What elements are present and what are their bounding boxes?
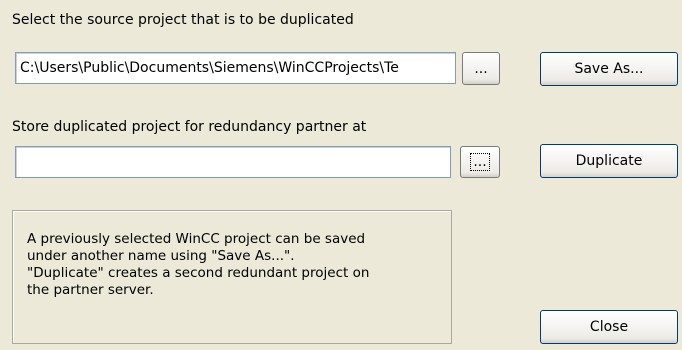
info-box: A previously selected WinCC project can … bbox=[12, 210, 452, 344]
target-project-label: Store duplicated project for redundancy … bbox=[12, 119, 367, 135]
source-project-label: Select the source project that is to be … bbox=[12, 12, 354, 28]
target-browse-button[interactable]: ... bbox=[460, 146, 500, 178]
source-browse-label: ... bbox=[474, 60, 488, 77]
close-button[interactable]: Close bbox=[540, 310, 678, 344]
save-as-button[interactable]: Save As... bbox=[540, 52, 678, 86]
duplicate-label: Duplicate bbox=[575, 153, 643, 169]
source-path-field[interactable]: C:\Users\Public\Documents\Siemens\WinCCP… bbox=[15, 52, 456, 84]
close-label: Close bbox=[589, 319, 629, 335]
save-as-label: Save As... bbox=[574, 61, 644, 77]
source-browse-button[interactable]: ... bbox=[462, 52, 500, 85]
target-browse-label: ... bbox=[470, 153, 490, 171]
target-path-field[interactable] bbox=[15, 146, 451, 178]
duplicate-button[interactable]: Duplicate bbox=[540, 144, 678, 178]
info-text: A previously selected WinCC project can … bbox=[27, 231, 370, 298]
